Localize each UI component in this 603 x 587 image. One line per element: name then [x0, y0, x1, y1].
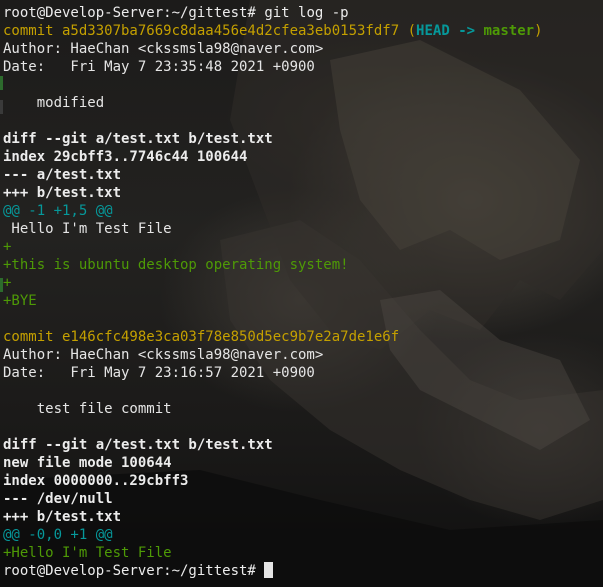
diff-added-line: + [3, 275, 12, 291]
shell-prompt: root@Develop-Server:~/gittest# [3, 5, 256, 21]
date-line: Date: Fri May 7 23:16:57 2021 +0900 [3, 365, 315, 381]
diff-hunk-header: @@ -0,0 +1 @@ [3, 527, 113, 543]
diff-new-file-mode: new file mode 100644 [3, 455, 172, 471]
diff-hunk-header: @@ -1 +1,5 @@ [3, 203, 113, 219]
commit-message: modified [3, 95, 105, 111]
diff-plus-file: +++ b/test.txt [3, 185, 122, 201]
ref-paren-close: ) [534, 23, 543, 39]
ref-paren-open: ( [407, 23, 417, 39]
branch-ref: master [483, 23, 535, 39]
terminal-window[interactable]: root@Develop-Server:~/gittest# git log -… [0, 0, 603, 587]
diff-index: index 0000000..29cbff3 [3, 473, 189, 489]
diff-added-line: + [3, 239, 12, 255]
ref-arrow: -> [458, 23, 476, 39]
diff-plus-file: +++ b/test.txt [3, 509, 122, 525]
background-window-edge [0, 76, 3, 90]
command-text: git log -p [264, 5, 349, 21]
commit-line: commit a5d3307ba7669c8daa456e4d2cfea3eb0… [3, 22, 543, 40]
diff-added-line: +this is ubuntu desktop operating system… [3, 257, 349, 273]
author-line: Author: HaeChan <ckssmsla98@naver.com> [3, 41, 324, 57]
text-cursor [264, 562, 274, 578]
diff-header: diff --git a/test.txt b/test.txt [3, 437, 273, 453]
diff-added-line: +Hello I'm Test File [3, 545, 172, 561]
diff-header: diff --git a/test.txt b/test.txt [3, 131, 273, 147]
commit-message: test file commit [3, 401, 172, 417]
author-line: Author: HaeChan <ckssmsla98@naver.com> [3, 347, 324, 363]
diff-added-line: +BYE [3, 293, 37, 309]
date-line: Date: Fri May 7 23:35:48 2021 +0900 [3, 59, 315, 75]
commit-hash: commit e146cfc498e3ca03f78e850d5ec9b7e2a… [3, 329, 400, 345]
diff-minus-file: --- /dev/null [3, 491, 113, 507]
diff-index: index 29cbff3..7746c44 100644 [3, 149, 248, 165]
head-ref: HEAD [416, 23, 450, 39]
commit-hash: commit a5d3307ba7669c8daa456e4d2cfea3eb0… [3, 23, 400, 39]
shell-prompt: root@Develop-Server:~/gittest# [3, 563, 256, 579]
diff-context-line: Hello I'm Test File [3, 221, 172, 237]
command-line: root@Develop-Server:~/gittest# git log -… [3, 4, 349, 22]
input-line[interactable]: root@Develop-Server:~/gittest# [3, 562, 274, 580]
diff-minus-file: --- a/test.txt [3, 167, 122, 183]
